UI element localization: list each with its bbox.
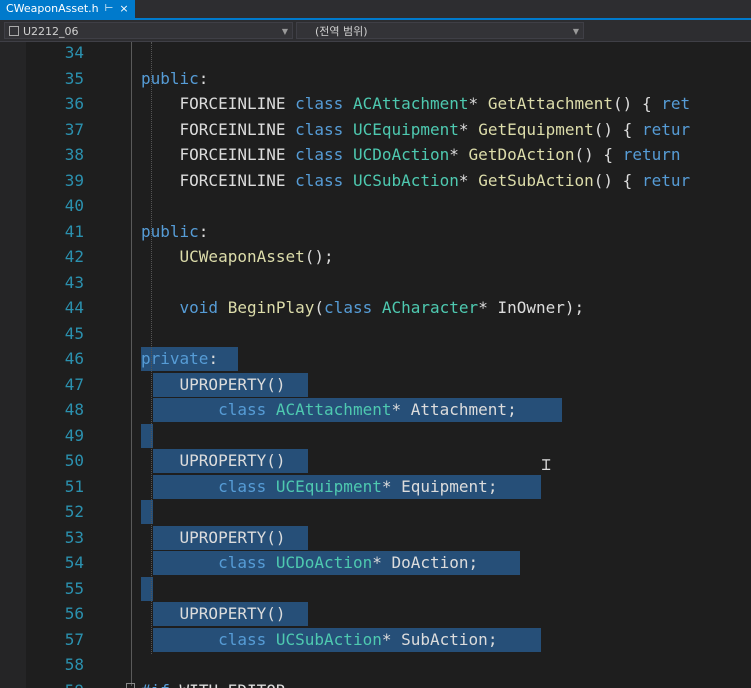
line-number: 36 <box>64 94 84 113</box>
code-line[interactable]: 42 UCWeaponAsset(); <box>0 244 751 270</box>
line-number: 47 <box>64 374 84 394</box>
close-icon[interactable]: × <box>119 0 128 18</box>
code-line[interactable]: 38 FORCEINLINE class UCDoAction* GetDoAc… <box>0 142 751 168</box>
code-line[interactable]: 47 UPROPERTY() <box>0 372 751 398</box>
code-text: UPROPERTY() <box>179 604 286 623</box>
line-number: 35 <box>64 68 84 88</box>
code-line[interactable]: 59 #if WITH_EDITOR <box>0 678 751 688</box>
code-line[interactable]: 40 <box>0 193 751 219</box>
line-number: 39 <box>64 170 84 190</box>
code-text: FORCEINLINE class ACAttachment* GetAttac… <box>179 94 691 113</box>
line-number: 57 <box>64 629 84 649</box>
line-number: 51 <box>64 476 84 496</box>
code-line[interactable]: 41 public: <box>0 219 751 245</box>
code-line[interactable]: 46 private: <box>0 346 751 372</box>
code-text: class UCSubAction* SubAction; <box>218 629 498 649</box>
line-number: 49 <box>64 425 84 445</box>
scope-dropdown[interactable]: (전역 범위) ▼ <box>296 22 584 39</box>
code-line[interactable]: 54 class UCDoAction* DoAction; <box>0 550 751 576</box>
navigation-bar: U2212_06 ▼ (전역 범위) ▼ <box>0 20 751 42</box>
code-line[interactable]: 56 UPROPERTY() <box>0 601 751 627</box>
project-dropdown[interactable]: U2212_06 ▼ <box>4 22 293 39</box>
line-number: 34 <box>64 43 84 62</box>
code-text: UPROPERTY() <box>179 374 286 394</box>
code-text: void BeginPlay(class ACharacter* InOwner… <box>179 298 585 317</box>
line-number: 55 <box>64 578 84 598</box>
code-line[interactable]: 36 FORCEINLINE class ACAttachment* GetAt… <box>0 91 751 117</box>
line-number: 48 <box>64 400 84 419</box>
line-number: 44 <box>64 298 84 317</box>
code-line[interactable]: 55 <box>0 576 751 602</box>
code-text: #if WITH_EDITOR <box>141 678 286 688</box>
tab-title: CWeaponAsset.h <box>6 2 99 15</box>
line-number: 45 <box>64 323 84 343</box>
code-text: UPROPERTY() <box>179 527 286 547</box>
code-line[interactable]: 34 <box>0 42 751 66</box>
code-line[interactable]: 50 UPROPERTY() <box>0 448 751 474</box>
line-number: 37 <box>64 119 84 139</box>
line-number: 52 <box>64 502 84 521</box>
line-number: 43 <box>64 272 84 292</box>
chevron-down-icon: ▼ <box>572 27 579 36</box>
project-name: U2212_06 <box>23 25 79 38</box>
code-line[interactable]: 44 void BeginPlay(class ACharacter* InOw… <box>0 295 751 321</box>
code-text: class UCEquipment* Equipment; <box>218 476 498 496</box>
code-text: private: <box>141 349 219 368</box>
text-cursor-icon: Ɪ <box>542 456 551 474</box>
tab-cweaponasset[interactable]: CWeaponAsset.h ⊢ × <box>0 0 135 18</box>
line-number: 58 <box>64 655 84 674</box>
code-line[interactable]: 39 FORCEINLINE class UCSubAction* GetSub… <box>0 168 751 194</box>
chevron-down-icon: ▼ <box>281 27 288 36</box>
scope-guide <box>131 42 132 686</box>
line-number: 50 <box>64 451 84 470</box>
pin-icon[interactable]: ⊢ <box>105 0 114 18</box>
code-line[interactable]: 53 UPROPERTY() <box>0 525 751 551</box>
code-line[interactable]: 49 <box>0 423 751 449</box>
line-number: 54 <box>64 553 84 572</box>
line-number: 42 <box>64 247 84 266</box>
code-line[interactable]: 52 <box>0 499 751 525</box>
indent-guide <box>151 42 152 654</box>
line-number: 56 <box>64 604 84 623</box>
code-line[interactable]: 43 <box>0 270 751 296</box>
code-line[interactable]: 51 class UCEquipment* Equipment; <box>0 474 751 500</box>
code-text: FORCEINLINE class UCSubAction* GetSubAct… <box>179 170 691 190</box>
code-line[interactable]: 45 <box>0 321 751 347</box>
line-number: 40 <box>64 196 84 215</box>
line-number: 38 <box>64 145 84 164</box>
code-line[interactable]: 58 <box>0 652 751 678</box>
code-line[interactable]: 57 class UCSubAction* SubAction; <box>0 627 751 653</box>
code-text: FORCEINLINE class UCEquipment* GetEquipm… <box>179 119 691 139</box>
code-text: class UCDoAction* DoAction; <box>218 553 479 572</box>
code-text: UCWeaponAsset(); <box>179 247 334 266</box>
code-text: FORCEINLINE class UCDoAction* GetDoActio… <box>179 145 681 164</box>
code-line[interactable]: 35 public: <box>0 66 751 92</box>
scope-name: (전역 범위) <box>315 25 368 38</box>
line-number: 53 <box>64 527 84 547</box>
code-line[interactable]: 48 class ACAttachment* Attachment; <box>0 397 751 423</box>
project-icon <box>9 26 19 36</box>
tab-bar: CWeaponAsset.h ⊢ × <box>0 0 751 20</box>
line-number: 41 <box>64 221 84 241</box>
line-number: 59 <box>26 678 84 688</box>
code-line[interactable]: 37 FORCEINLINE class UCEquipment* GetEqu… <box>0 117 751 143</box>
line-number: 46 <box>64 349 84 368</box>
fold-marker-icon[interactable] <box>126 683 135 688</box>
code-text: UPROPERTY() <box>179 451 286 470</box>
code-editor[interactable]: 34 35 public: 36 FORCEINLINE class ACAttach… <box>0 42 751 688</box>
code-text: class ACAttachment* Attachment; <box>218 400 517 419</box>
